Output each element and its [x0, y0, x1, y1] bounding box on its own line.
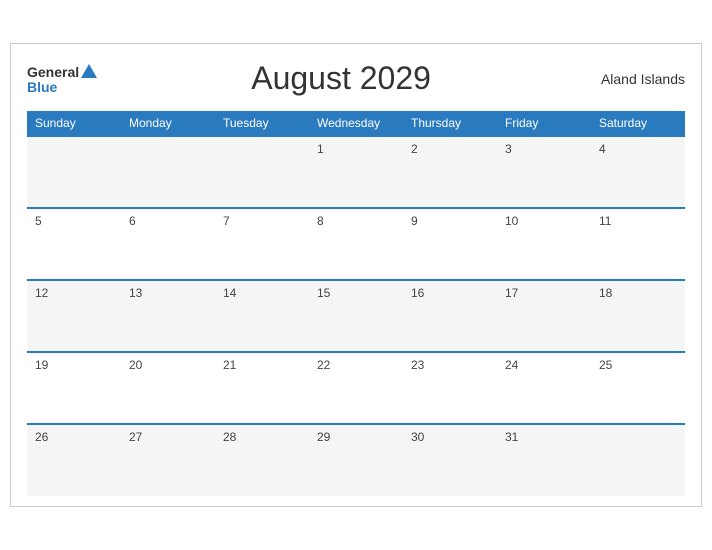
day-number: 9 — [411, 214, 418, 228]
day-number: 31 — [505, 430, 518, 444]
day-number: 28 — [223, 430, 236, 444]
calendar-cell: 25 — [591, 352, 685, 424]
day-number: 2 — [411, 142, 418, 156]
calendar-cell: 1 — [309, 136, 403, 208]
calendar-cell: 8 — [309, 208, 403, 280]
calendar-cell: 18 — [591, 280, 685, 352]
calendar-cell: 27 — [121, 424, 215, 496]
calendar-cell: 10 — [497, 208, 591, 280]
calendar-cell: 6 — [121, 208, 215, 280]
calendar-cell — [215, 136, 309, 208]
calendar-cell: 4 — [591, 136, 685, 208]
day-number: 24 — [505, 358, 518, 372]
col-tuesday: Tuesday — [215, 111, 309, 136]
logo-blue: Blue — [27, 80, 97, 94]
calendar-week-4: 19 20 21 22 23 24 25 — [27, 352, 685, 424]
calendar-cell: 9 — [403, 208, 497, 280]
calendar-cell: 3 — [497, 136, 591, 208]
col-sunday: Sunday — [27, 111, 121, 136]
day-number: 29 — [317, 430, 330, 444]
day-number: 19 — [35, 358, 48, 372]
day-number: 17 — [505, 286, 518, 300]
day-number: 10 — [505, 214, 518, 228]
month-title: August 2029 — [97, 60, 585, 97]
day-number: 12 — [35, 286, 48, 300]
calendar-cell: 31 — [497, 424, 591, 496]
region-label: Aland Islands — [585, 71, 685, 87]
calendar-cell: 17 — [497, 280, 591, 352]
day-number: 14 — [223, 286, 236, 300]
calendar-week-5: 26 27 28 29 30 31 — [27, 424, 685, 496]
calendar-cell: 23 — [403, 352, 497, 424]
calendar-cell: 5 — [27, 208, 121, 280]
calendar-week-1: 1 2 3 4 — [27, 136, 685, 208]
day-number: 15 — [317, 286, 330, 300]
day-number: 1 — [317, 142, 324, 156]
calendar-week-2: 5 6 7 8 9 10 11 — [27, 208, 685, 280]
calendar-cell: 15 — [309, 280, 403, 352]
calendar-cell: 13 — [121, 280, 215, 352]
calendar-cell: 2 — [403, 136, 497, 208]
calendar-cell: 20 — [121, 352, 215, 424]
day-number: 11 — [599, 214, 611, 228]
col-monday: Monday — [121, 111, 215, 136]
day-number: 26 — [35, 430, 48, 444]
day-number: 5 — [35, 214, 42, 228]
calendar-week-3: 12 13 14 15 16 17 18 — [27, 280, 685, 352]
calendar-cell — [591, 424, 685, 496]
day-number: 21 — [223, 358, 236, 372]
calendar-cell: 16 — [403, 280, 497, 352]
day-number: 4 — [599, 142, 606, 156]
col-saturday: Saturday — [591, 111, 685, 136]
calendar-cell: 22 — [309, 352, 403, 424]
calendar-cell: 29 — [309, 424, 403, 496]
day-number: 3 — [505, 142, 512, 156]
calendar-cell — [27, 136, 121, 208]
col-wednesday: Wednesday — [309, 111, 403, 136]
day-number: 6 — [129, 214, 136, 228]
col-thursday: Thursday — [403, 111, 497, 136]
calendar-body: 1234567891011121314151617181920212223242… — [27, 136, 685, 496]
calendar-cell: 19 — [27, 352, 121, 424]
day-number: 16 — [411, 286, 424, 300]
day-number: 7 — [223, 214, 230, 228]
calendar-cell: 7 — [215, 208, 309, 280]
calendar-header-row: Sunday Monday Tuesday Wednesday Thursday… — [27, 111, 685, 136]
day-number: 30 — [411, 430, 424, 444]
calendar-cell: 24 — [497, 352, 591, 424]
day-number: 8 — [317, 214, 324, 228]
calendar-cell: 11 — [591, 208, 685, 280]
calendar-cell: 21 — [215, 352, 309, 424]
calendar-cell — [121, 136, 215, 208]
day-number: 22 — [317, 358, 330, 372]
calendar-cell: 12 — [27, 280, 121, 352]
calendar-header: General Blue August 2029 Aland Islands — [27, 60, 685, 97]
calendar-cell: 30 — [403, 424, 497, 496]
day-number: 23 — [411, 358, 424, 372]
calendar-cell: 28 — [215, 424, 309, 496]
calendar-container: General Blue August 2029 Aland Islands S… — [10, 43, 702, 507]
day-number: 13 — [129, 286, 142, 300]
logo: General Blue — [27, 64, 97, 94]
logo-general: General — [27, 65, 79, 79]
day-number: 20 — [129, 358, 142, 372]
day-number: 27 — [129, 430, 142, 444]
day-number: 25 — [599, 358, 612, 372]
day-number: 18 — [599, 286, 612, 300]
col-friday: Friday — [497, 111, 591, 136]
calendar-table: Sunday Monday Tuesday Wednesday Thursday… — [27, 111, 685, 496]
logo-triangle-icon — [81, 64, 97, 78]
calendar-cell: 14 — [215, 280, 309, 352]
calendar-cell: 26 — [27, 424, 121, 496]
